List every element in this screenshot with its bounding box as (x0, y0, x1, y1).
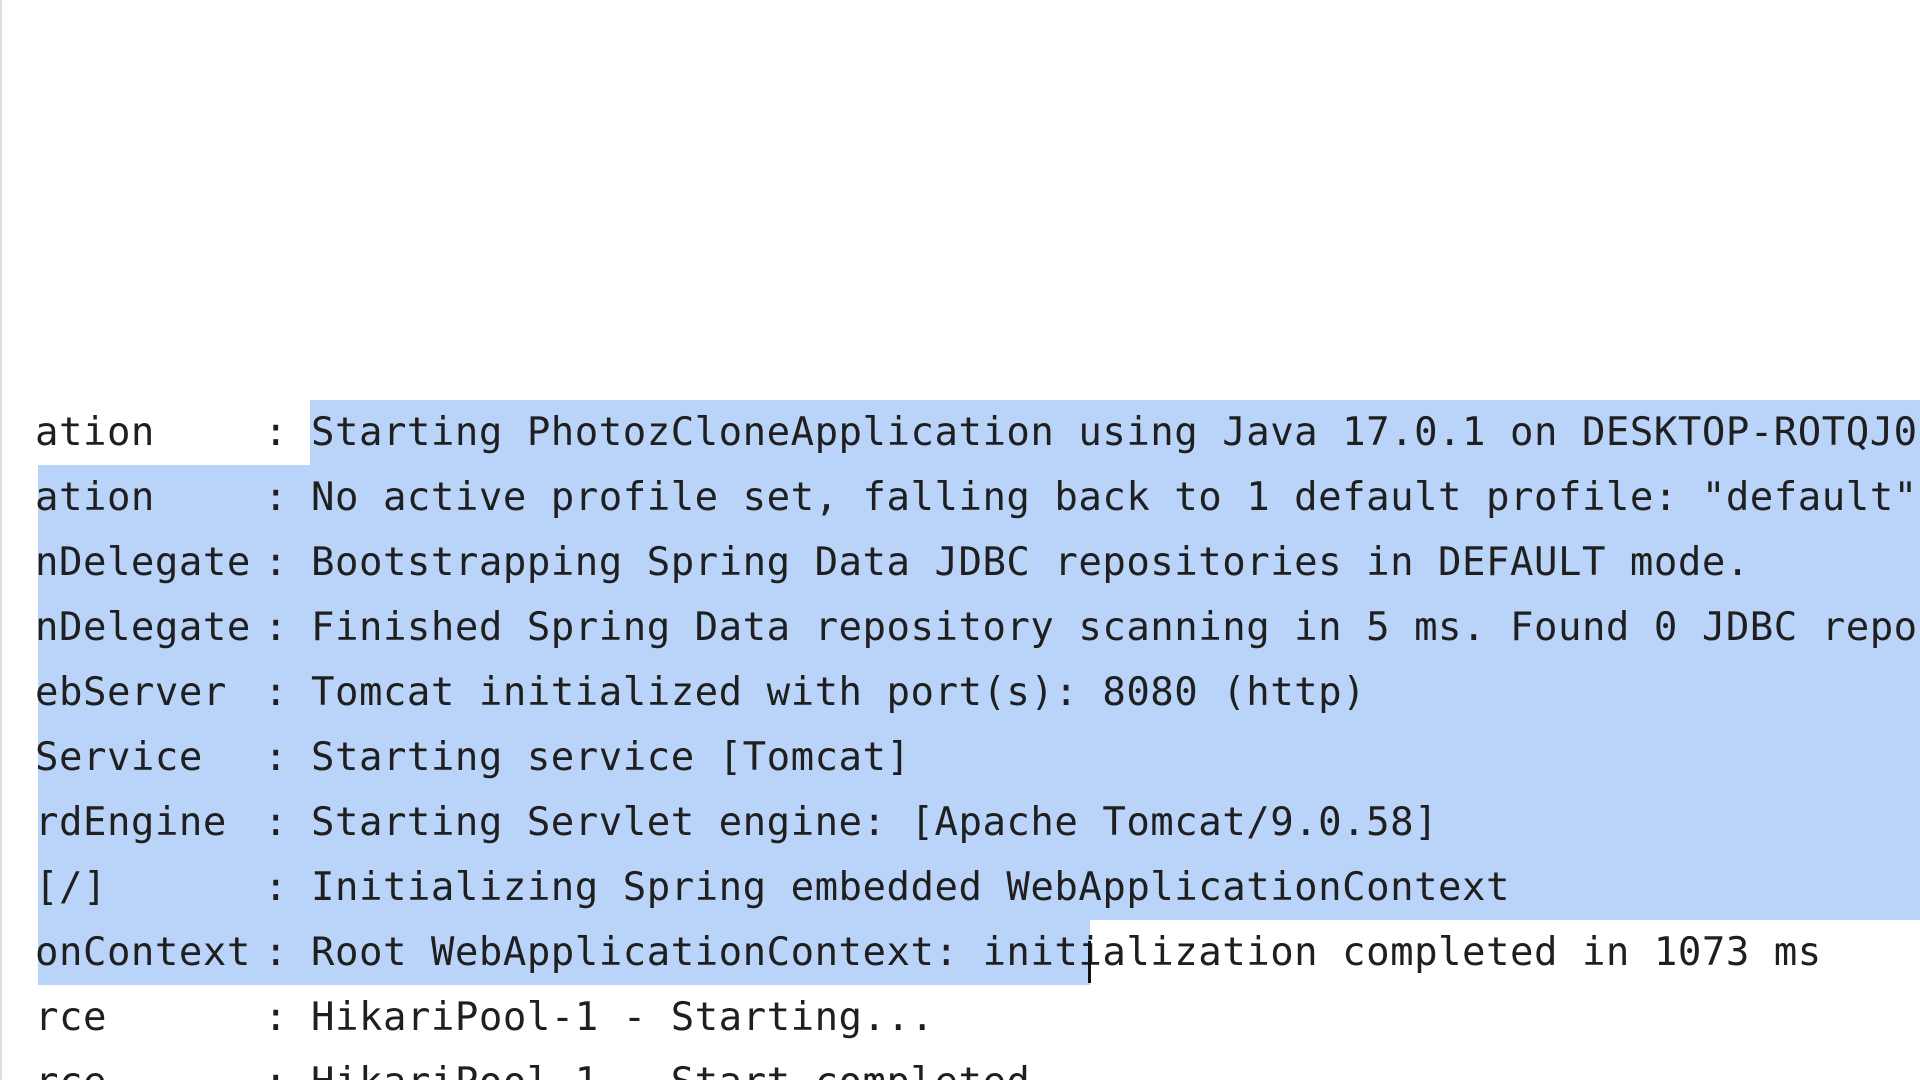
log-message: HikariPool-1 - Starting... (311, 995, 935, 1040)
log-message: Starting PhotozCloneApplication using Ja… (311, 410, 1920, 455)
log-logger-name: ebServer (35, 670, 227, 715)
log-logger-name: rdEngine (35, 800, 227, 845)
log-message: No active profile set, falling back to 1… (311, 475, 1918, 520)
log-logger-name: rce (35, 995, 107, 1040)
log-separator: : (264, 735, 288, 780)
log-line[interactable]: onContext : Root WebApplicationContext: … (0, 920, 1920, 985)
log-separator: : (264, 475, 288, 520)
log-separator: : (264, 930, 288, 975)
log-message: Finished Spring Data repository scanning… (311, 605, 1920, 650)
log-line[interactable]: rdEngine : Starting Servlet engine: [Apa… (0, 790, 1920, 855)
log-separator: : (264, 1050, 288, 1080)
log-line[interactable]: ation : No active profile set, falling b… (0, 465, 1920, 530)
log-message: Starting Servlet engine: [Apache Tomcat/… (311, 800, 1439, 845)
log-separator: : (264, 800, 288, 845)
log-logger-name: nDelegate (35, 605, 251, 650)
log-message: HikariPool-1 - Start completed. (311, 1050, 1054, 1080)
log-logger-name: rce (35, 1050, 107, 1080)
log-message: Tomcat initialized with port(s): 8080 (h… (311, 670, 1367, 715)
log-line[interactable]: ation : Starting PhotozCloneApplication … (0, 400, 1920, 465)
log-separator: : (264, 670, 288, 715)
log-message: Root WebApplicationContext: initializati… (311, 930, 1822, 975)
text-caret (1088, 941, 1091, 983)
log-separator: : (264, 605, 288, 650)
log-message: Bootstrapping Spring Data JDBC repositor… (311, 540, 1750, 585)
log-logger-name: nDelegate (35, 540, 251, 585)
log-separator: : (264, 865, 288, 910)
log-line[interactable]: Service : Starting service [Tomcat] (0, 725, 1920, 790)
log-separator: : (264, 540, 288, 585)
log-line[interactable]: rce : HikariPool-1 - Start completed. (0, 1050, 1920, 1080)
log-message: Initializing Spring embedded WebApplicat… (311, 865, 1510, 910)
log-logger-name: ation (35, 475, 155, 520)
log-logger-name: [/] (35, 865, 107, 910)
console-output[interactable]: ation : Starting PhotozCloneApplication … (0, 0, 1920, 1080)
log-logger-name: onContext (35, 930, 251, 975)
log-line[interactable]: nDelegate : Finished Spring Data reposit… (0, 595, 1920, 660)
log-logger-name: ation (35, 410, 155, 455)
log-logger-name: Service (35, 735, 203, 780)
log-separator: : (264, 995, 288, 1040)
log-line[interactable]: [/] : Initializing Spring embedded WebAp… (0, 855, 1920, 920)
log-line[interactable]: rce : HikariPool-1 - Starting... (0, 985, 1920, 1050)
log-message: Starting service [Tomcat] (311, 735, 911, 780)
log-line[interactable]: ebServer : Tomcat initialized with port(… (0, 660, 1920, 725)
log-line[interactable]: nDelegate : Bootstrapping Spring Data JD… (0, 530, 1920, 595)
log-separator: : (264, 410, 288, 455)
